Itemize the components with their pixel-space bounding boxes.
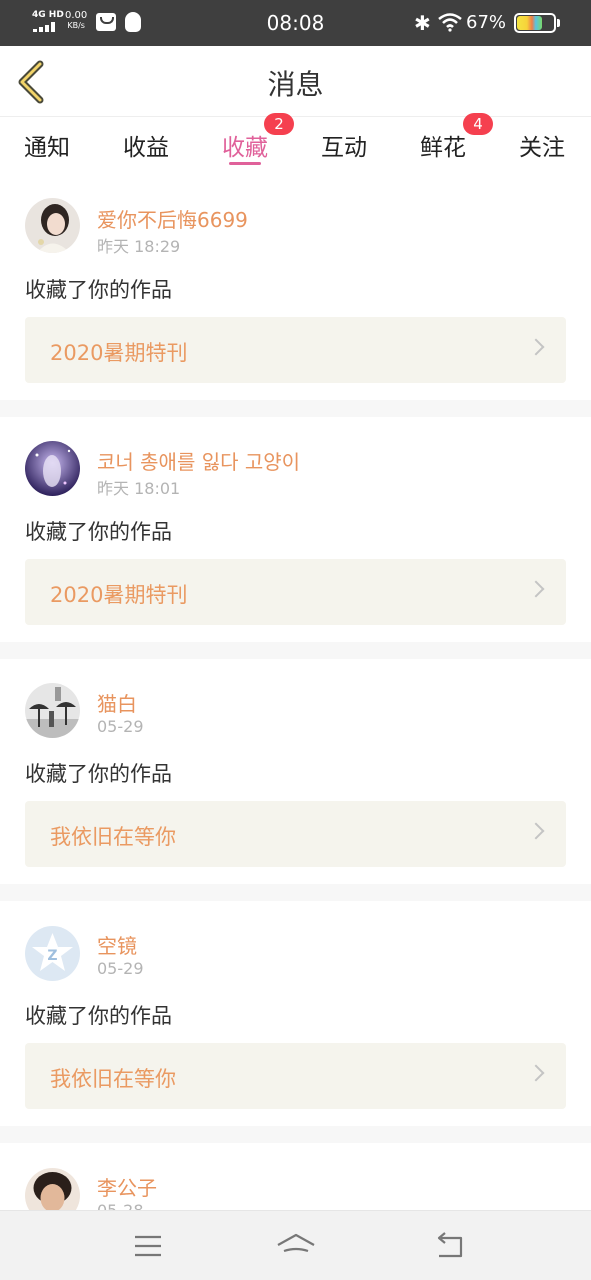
separator	[0, 400, 591, 417]
wifi-icon	[438, 13, 462, 32]
username[interactable]: 猫白	[97, 688, 137, 717]
work-link[interactable]: 2020暑期特刊	[25, 559, 566, 625]
svg-text:Z: Z	[47, 948, 57, 964]
timestamp: 05-29	[97, 717, 144, 736]
menu-icon[interactable]	[128, 1229, 168, 1263]
favorites-badge: 2	[264, 113, 294, 135]
username[interactable]: 爱你不后悔6699	[97, 204, 248, 233]
message-card: 李公子 05-28	[0, 1143, 591, 1210]
tab-flowers[interactable]: 鲜花	[420, 128, 466, 162]
tab-follows[interactable]: 关注	[519, 128, 565, 162]
message-card: 猫白 05-29 收藏了你的作品 我依旧在等你	[0, 659, 591, 884]
chevron-right-icon	[527, 1064, 545, 1082]
chevron-right-icon	[527, 580, 545, 598]
username[interactable]: 空镜	[97, 930, 137, 959]
tab-bar: 通知 收益 收藏 互动 鲜花 关注	[0, 118, 591, 174]
message-card: 爱你不后悔6699 昨天 18:29 收藏了你的作品 2020暑期特刊	[0, 175, 591, 400]
chevron-right-icon	[527, 338, 545, 356]
tab-notifications[interactable]: 通知	[24, 128, 70, 162]
separator	[0, 884, 591, 901]
message-card: Z 空镜 05-29 收藏了你的作品 我依旧在等你	[0, 901, 591, 1126]
avatar[interactable]	[25, 198, 80, 253]
timestamp: 05-28	[97, 1201, 144, 1210]
message-card: 코너 총애를 잃다 고양이 昨天 18:01 收藏了你的作品 2020暑期特刊	[0, 417, 591, 642]
avatar[interactable]	[25, 441, 80, 496]
home-icon[interactable]	[276, 1229, 316, 1263]
tab-favorites[interactable]: 收藏	[222, 128, 268, 162]
work-title: 2020暑期特刊	[50, 583, 188, 607]
bluetooth-icon: ✱	[414, 11, 431, 35]
work-title: 我依旧在等你	[50, 1067, 176, 1091]
flowers-badge: 4	[463, 113, 493, 135]
separator	[0, 1126, 591, 1143]
timestamp: 05-29	[97, 959, 144, 978]
back-icon[interactable]	[431, 1229, 471, 1263]
timestamp: 昨天 18:29	[97, 237, 181, 256]
action-text: 收藏了你的作品	[25, 278, 172, 302]
username[interactable]: 李公子	[97, 1172, 157, 1201]
chevron-right-icon	[527, 822, 545, 840]
app-header: 消息	[0, 46, 591, 117]
work-title: 2020暑期特刊	[50, 341, 188, 365]
tab-interactions[interactable]: 互动	[321, 128, 367, 162]
avatar[interactable]	[25, 683, 80, 738]
system-nav-bar	[0, 1210, 591, 1280]
action-text: 收藏了你的作品	[25, 1004, 172, 1028]
username[interactable]: 코너 총애를 잃다 고양이	[97, 446, 300, 475]
work-link[interactable]: 我依旧在等你	[25, 1043, 566, 1109]
work-link[interactable]: 2020暑期特刊	[25, 317, 566, 383]
battery-icon	[514, 13, 556, 33]
active-tab-indicator	[229, 162, 261, 165]
timestamp: 昨天 18:01	[97, 479, 181, 498]
work-link[interactable]: 我依旧在等你	[25, 801, 566, 867]
separator	[0, 642, 591, 659]
status-bar: 4G HD 0.00 KB/s 08:08 ✱ 67%	[0, 0, 591, 46]
action-text: 收藏了你的作品	[25, 520, 172, 544]
avatar[interactable]	[25, 1168, 80, 1210]
work-title: 我依旧在等你	[50, 825, 176, 849]
tab-earnings[interactable]: 收益	[123, 128, 169, 162]
battery-tip	[557, 19, 560, 27]
battery-percent: 67%	[466, 12, 507, 33]
avatar[interactable]: Z	[25, 926, 80, 981]
page-title: 消息	[267, 68, 324, 101]
action-text: 收藏了你的作品	[25, 762, 172, 786]
